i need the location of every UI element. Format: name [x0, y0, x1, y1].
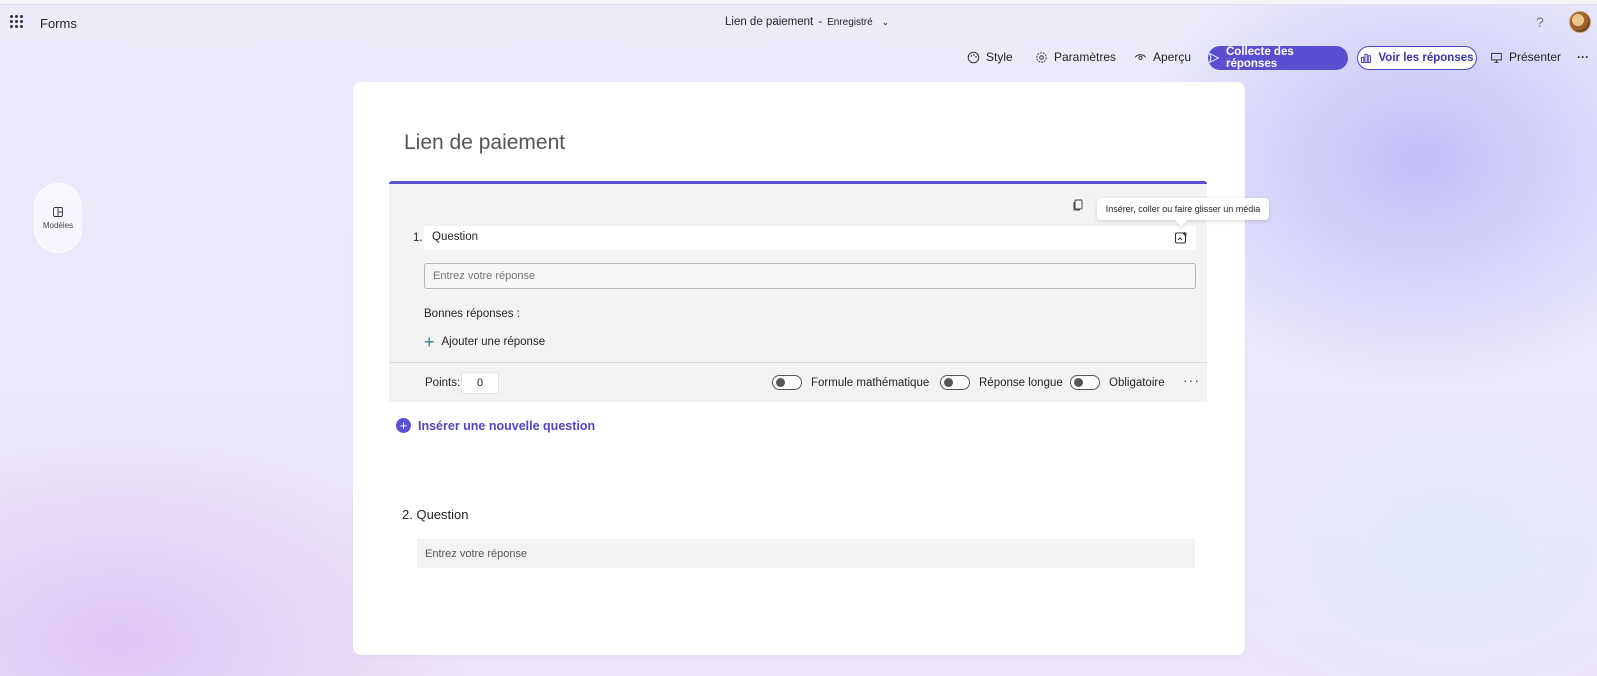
style-button[interactable]: Style	[967, 45, 1013, 69]
document-title: Lien de paiement	[725, 16, 814, 28]
gear-icon	[1036, 51, 1047, 63]
points-label: Points:	[425, 377, 461, 389]
question-1-number: 1.	[413, 232, 423, 244]
long-answer-toggle[interactable]	[940, 375, 970, 390]
question-2-title[interactable]: 2. Question	[402, 507, 469, 522]
required-label: Obligatoire	[1109, 377, 1165, 389]
collect-responses-label: Collecte des réponses	[1226, 46, 1294, 70]
question-1-text: Question	[432, 231, 479, 243]
question-more-options-button[interactable]: ···	[1183, 372, 1200, 388]
eye-icon	[1134, 53, 1147, 60]
question-1-editor[interactable]: 1. Question Bonnes réponses : + Ajouter …	[389, 181, 1207, 402]
app-name[interactable]: Forms	[40, 16, 77, 31]
present-label: Présenter	[1509, 50, 1562, 64]
app-header: Forms Lien de paiement - Enregistré ⌄ ?	[0, 5, 1597, 41]
required-toggle[interactable]	[1070, 375, 1100, 390]
plus-icon: +	[424, 332, 435, 352]
form-card: Lien de paiement 1. Question Bonnes répo…	[353, 82, 1245, 655]
style-label: Style	[986, 50, 1013, 64]
points-input[interactable]: 0	[461, 372, 499, 394]
question-2-answer-field[interactable]: Entrez votre réponse	[417, 539, 1195, 568]
settings-label: Paramètres	[1054, 50, 1117, 64]
templates-label: Modèles	[42, 221, 74, 230]
preview-label: Aperçu	[1153, 50, 1192, 64]
title-separator: -	[818, 16, 823, 28]
palette-icon	[967, 51, 980, 63]
question-1-footer: Points: 0 Formule mathématique Réponse l…	[389, 362, 1207, 405]
present-button[interactable]: Présenter	[1490, 45, 1561, 69]
math-formula-label: Formule mathématique	[811, 377, 930, 389]
settings-button[interactable]: Paramètres	[1035, 45, 1116, 69]
media-tooltip: Insérer, coller ou faire glisser un médi…	[1097, 198, 1269, 220]
help-icon[interactable]: ?	[1536, 14, 1544, 30]
templates-button[interactable]: Modèles	[34, 183, 82, 253]
math-formula-toggle[interactable]	[772, 375, 802, 390]
monitor-icon	[1491, 52, 1502, 63]
more-options-button[interactable]: ···	[1577, 45, 1589, 69]
send-icon	[1209, 53, 1219, 63]
long-answer-label: Réponse longue	[979, 377, 1063, 389]
question-2-number: 2.	[402, 507, 413, 522]
app-launcher-icon[interactable]	[10, 15, 24, 29]
chart-icon	[1361, 53, 1372, 63]
copy-icon[interactable]	[1072, 199, 1084, 211]
chevron-down-icon: ⌄	[881, 16, 890, 27]
add-answer-label: Ajouter une réponse	[441, 336, 546, 348]
question-2-text: Question	[416, 507, 469, 522]
question-1-answer-input[interactable]	[424, 263, 1196, 289]
correct-answers-label: Bonnes réponses :	[424, 308, 520, 320]
document-title-menu[interactable]: Lien de paiement - Enregistré ⌄	[725, 16, 889, 28]
avatar[interactable]	[1569, 11, 1591, 33]
insert-new-question-label: Insérer une nouvelle question	[418, 418, 596, 433]
insert-media-icon[interactable]	[1174, 231, 1188, 245]
preview-button[interactable]: Aperçu	[1134, 45, 1191, 69]
view-responses-button[interactable]: Voir les réponses	[1357, 46, 1477, 70]
question-1-text-field[interactable]: Question	[424, 226, 1196, 250]
add-answer-button[interactable]: + Ajouter une réponse	[424, 332, 546, 352]
collect-responses-button[interactable]: Collecte des réponses	[1208, 46, 1348, 70]
layout-icon	[53, 207, 63, 217]
insert-new-question-button[interactable]: + Insérer une nouvelle question	[396, 418, 595, 433]
add-circle-icon: +	[396, 418, 411, 433]
save-status: Enregistré	[827, 16, 873, 28]
form-title[interactable]: Lien de paiement	[404, 131, 565, 155]
view-responses-label: Voir les réponses	[1378, 52, 1474, 64]
